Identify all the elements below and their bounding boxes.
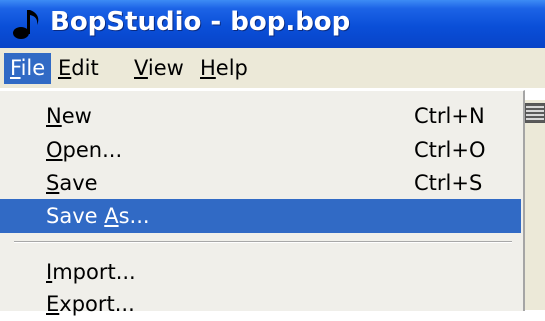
menu-item-import[interactable]: Import... <box>0 255 521 289</box>
menu-item-save-as[interactable]: Save As... <box>0 199 521 233</box>
side-panel <box>524 100 545 310</box>
menu-edit[interactable]: Edit <box>58 53 99 84</box>
menu-help[interactable]: Help <box>200 53 248 84</box>
menu-item-import-label: Import... <box>46 260 136 284</box>
file-menu-dropdown: New Ctrl+N Open... Ctrl+O Save Ctrl+S Sa… <box>0 90 525 316</box>
menu-help-label: elp <box>215 56 248 80</box>
menu-item-open[interactable]: Open... Ctrl+O <box>0 133 521 167</box>
window-title: BopStudio - bop.bop <box>50 7 351 37</box>
menu-view[interactable]: View <box>134 53 184 84</box>
menu-view-label: iew <box>147 56 184 80</box>
menu-view-accel: V <box>134 56 148 80</box>
menu-item-open-label: Open... <box>46 138 123 162</box>
menu-item-new-shortcut: Ctrl+N <box>414 104 485 128</box>
menu-item-export-label: Export... <box>46 292 135 316</box>
menu-item-export[interactable]: Export... <box>0 287 521 321</box>
menu-edit-label: dit <box>71 56 99 80</box>
list-view-icon[interactable] <box>525 103 545 123</box>
menu-file-label: ile <box>20 56 46 80</box>
menu-item-new[interactable]: New Ctrl+N <box>0 99 521 133</box>
menu-item-save-shortcut: Ctrl+S <box>414 171 483 195</box>
menu-item-save-label: Save <box>46 171 98 195</box>
music-note-icon <box>13 10 39 39</box>
menu-item-new-label: New <box>46 104 92 128</box>
menu-help-accel: H <box>200 56 216 80</box>
title-bar: BopStudio - bop.bop <box>0 0 545 48</box>
menu-separator <box>14 241 512 243</box>
menu-file-accel: F <box>10 56 21 80</box>
menu-file[interactable]: File <box>4 53 52 84</box>
menu-bar: File Edit View Help <box>0 48 545 88</box>
menu-item-save-as-label: Save As... <box>46 204 150 228</box>
menu-item-save[interactable]: Save Ctrl+S <box>0 166 521 200</box>
menu-edit-accel: E <box>58 56 72 80</box>
menu-item-open-shortcut: Ctrl+O <box>414 138 486 162</box>
